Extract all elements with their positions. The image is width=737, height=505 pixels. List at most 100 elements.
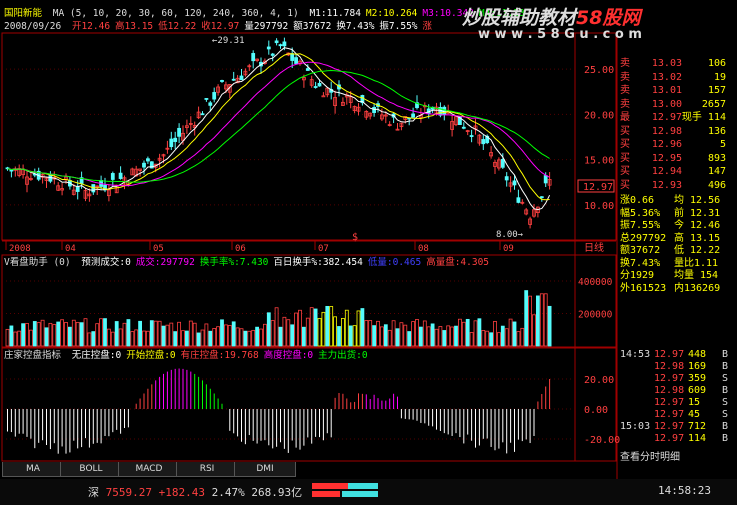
tab-dmi[interactable]: DMI <box>234 462 296 477</box>
volume-bar <box>270 320 275 347</box>
volume-bar <box>220 319 224 347</box>
volume-bar <box>450 326 455 347</box>
tab-macd[interactable]: MACD <box>118 462 180 477</box>
bid-row[interactable]: 买 12.98 136 <box>618 126 736 137</box>
ask-row[interactable]: 最 12.97 现手 114 <box>618 112 736 123</box>
volume-bar <box>181 330 185 347</box>
stat-right: 高 13.15 <box>674 232 721 244</box>
tick-side: B <box>722 433 729 444</box>
volume-bar <box>399 322 404 347</box>
tab-boll[interactable]: BOLL <box>60 462 122 477</box>
volume-bar <box>243 330 248 347</box>
volume-bar <box>130 331 135 347</box>
candle-body <box>145 158 150 162</box>
ask-row[interactable]: 卖 13.00 2657 <box>618 99 736 110</box>
bid-row[interactable]: 买 12.94 147 <box>618 166 736 177</box>
bid-row[interactable]: 买 12.93 496 <box>618 180 736 191</box>
stat-row: 幅5.36% 前 12.31 <box>618 208 736 220</box>
stat-left: 换7.43% <box>620 257 661 269</box>
watermark-url: w w w . 5 8 G u . c o m <box>478 27 642 42</box>
ask-row[interactable]: 卖 13.03 106 <box>618 58 736 69</box>
tick-side: S <box>722 397 729 408</box>
volume-bar <box>200 329 205 347</box>
volume-bar <box>500 325 505 347</box>
candle-body <box>177 127 182 137</box>
volume-bar <box>325 305 330 347</box>
volume-bar <box>64 322 68 347</box>
stat-right: 今 12.46 <box>674 220 721 231</box>
bid-volume: 496 <box>707 179 726 191</box>
ask-row[interactable]: 卖 13.01 157 <box>618 85 736 96</box>
stat-left: 外161523 <box>620 282 667 294</box>
volume-bar <box>379 326 384 347</box>
tick-price: 12.97 <box>654 349 685 360</box>
volume-bar <box>177 321 182 347</box>
volume-bar <box>457 318 462 347</box>
volume-bar <box>321 311 326 347</box>
stat-left: 额37672 <box>620 245 661 256</box>
volume-bar <box>145 330 150 347</box>
index-summary[interactable]: 深 7559.27 +182.43 2.47% 268.93亿 <box>88 484 302 500</box>
indicator-value-1: 开始控盘:0 <box>126 350 176 361</box>
volume-value-0: 预测成交:0 <box>81 257 131 268</box>
volume-bar <box>344 309 349 347</box>
tick-price: 12.98 <box>654 361 685 372</box>
price-tick-label: 20.00 <box>584 110 614 121</box>
volume-bar <box>212 328 217 347</box>
bid-row[interactable]: 买 12.96 5 <box>618 139 736 150</box>
ask-volume: 106 <box>707 58 726 69</box>
candle-body <box>270 53 275 56</box>
bar-date: 2008/09/26 <box>4 21 62 32</box>
bid-label: 买 <box>620 125 630 137</box>
ask-row[interactable]: 卖 13.02 19 <box>618 72 736 83</box>
view-tick-detail-link[interactable]: 查看分时明细 <box>620 448 680 463</box>
stat-row: 换7.43% 量比1.11 <box>618 258 736 270</box>
stat-left: 幅5.36% <box>620 207 661 219</box>
candle-body <box>75 186 80 192</box>
volume-value-2: 换手率%:7.430 <box>199 257 269 268</box>
volume-bar <box>426 326 431 347</box>
volume-header: V看盘助手 (0) 预测成交:0 成交:297792 换手率%:7.430 百日换手%… <box>4 257 499 269</box>
volume-bar <box>231 321 236 347</box>
volume-bar <box>114 321 119 347</box>
tick-volume: 45 <box>688 409 701 420</box>
volume-bar <box>508 318 513 347</box>
ask-label: 卖 <box>620 58 630 69</box>
volume-bar <box>438 326 443 347</box>
bid-volume: 893 <box>707 152 726 164</box>
ohlc-value-5: 额37672 <box>293 21 332 32</box>
volume-bar <box>216 326 221 347</box>
ask-label: 最 <box>620 112 630 123</box>
volume-bar <box>247 330 252 347</box>
price-tick-label: 10.00 <box>584 201 614 212</box>
tab-ma[interactable]: MA <box>2 462 64 477</box>
candle-body <box>278 44 283 47</box>
volume-bar <box>547 305 552 347</box>
volume-bar <box>25 323 29 347</box>
candle-body <box>317 82 322 87</box>
stat-right: 前 12.31 <box>674 207 721 219</box>
bid-label: 买 <box>620 139 630 150</box>
bid-price: 12.98 <box>651 125 682 137</box>
candle-body <box>282 41 287 47</box>
volume-bar <box>286 319 291 347</box>
date-tick-label: 08 <box>418 244 429 254</box>
breadth-bar <box>312 483 378 489</box>
candlestick-series <box>5 37 552 229</box>
volume-bar <box>442 330 447 347</box>
bid-row[interactable]: 买 12.95 893 <box>618 153 736 164</box>
ask-volume: 157 <box>707 85 726 96</box>
volume-bar <box>262 323 267 347</box>
tab-rsi[interactable]: RSI <box>176 462 238 477</box>
tick-row: 12.98 609 B <box>618 385 736 397</box>
tick-side: S <box>722 373 729 384</box>
stat-left: 总297792 <box>620 232 667 244</box>
ohlc-value-3: 收12.97 <box>201 21 240 32</box>
ma-header: 国阳新能 MA (5, 10, 20, 30, 60, 120, 240, 36… <box>4 8 535 20</box>
tick-list[interactable]: 14:53 12.97 448 B 12.98 169 B 12.97 359 S 12.98 609… <box>618 349 736 463</box>
volume-bar <box>122 322 127 347</box>
volume-bar <box>512 321 517 347</box>
volume-bar <box>418 326 423 347</box>
tick-price: 12.97 <box>654 421 685 432</box>
tick-volume: 15 <box>688 397 701 408</box>
